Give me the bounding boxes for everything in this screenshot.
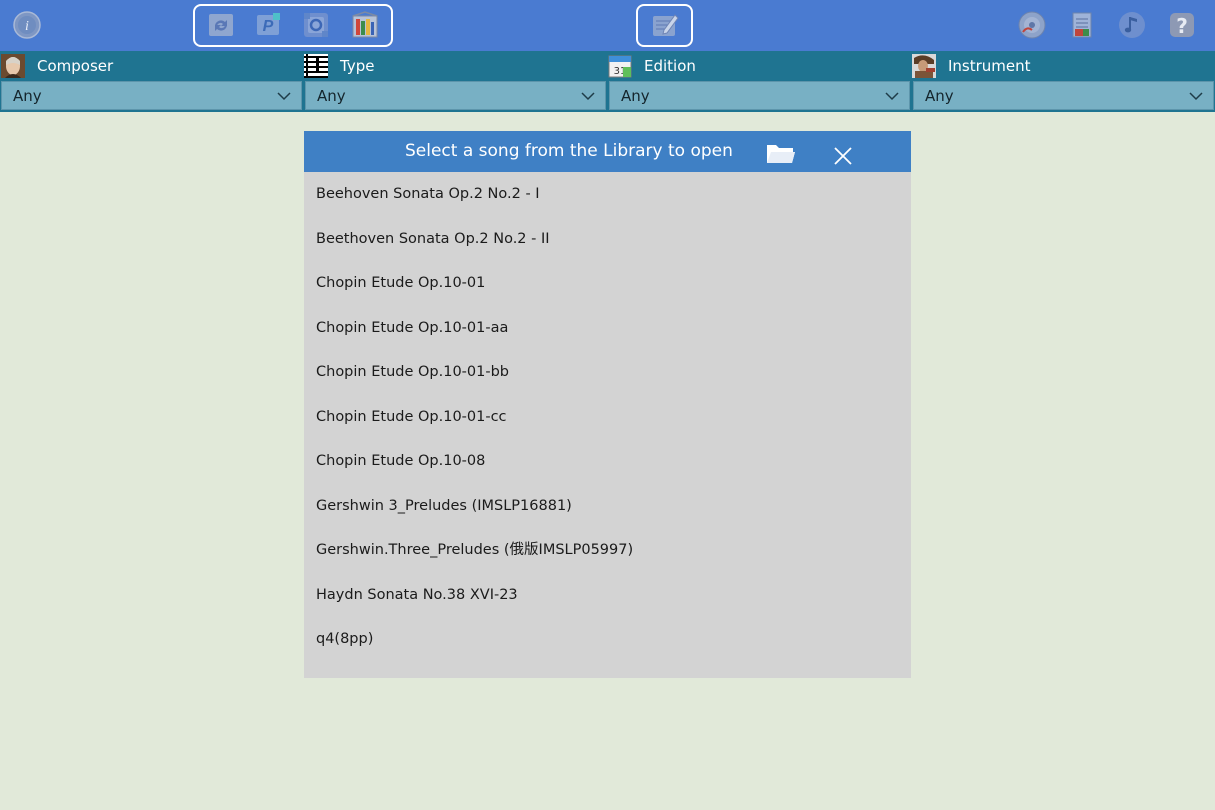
score-sheet-icon[interactable] [1066,9,1098,41]
dialog-title: Select a song from the Library to open [405,141,733,161]
song-list: Beehoven Sonata Op.2 No.2 - I Beethoven S… [304,172,911,662]
library-books-icon[interactable] [349,9,381,41]
edition-label: Edition [644,56,696,75]
filter-instrument-header: Instrument [911,51,1211,80]
chevron-down-icon [1189,91,1203,100]
type-label: Type [340,56,375,75]
instrument-select[interactable]: Any [913,81,1214,110]
filter-selects-row: Any Any Any Any [0,80,1215,112]
list-item[interactable]: Chopin Etude Op.10-01-bb [304,350,911,395]
sync-icon[interactable] [205,9,237,41]
edition-select-value: Any [621,86,650,105]
scanner-icon[interactable] [300,9,332,41]
svg-text:i: i [25,19,29,34]
dialog-header: Select a song from the Library to open [304,131,911,172]
audio-disc-icon[interactable] [1016,9,1048,41]
instrument-label: Instrument [948,56,1031,75]
composer-portrait-icon [1,53,25,78]
filter-type-header: Type [303,51,603,80]
list-item[interactable]: Gershwin.Three_Preludes (俄版IMSLP05997) [304,528,911,573]
filter-composer-header: Composer [0,51,300,80]
list-item[interactable]: Beethoven Sonata Op.2 No.2 - II [304,217,911,262]
help-glyph: ? [1176,14,1188,38]
close-icon[interactable] [832,145,854,167]
composer-select-value: Any [13,86,42,105]
list-item[interactable]: Gershwin 3_Preludes (IMSLP16881) [304,484,911,529]
edit-score-icon[interactable] [649,9,681,41]
music-note-icon[interactable] [1116,9,1148,41]
edition-select[interactable]: Any [609,81,910,110]
chevron-down-icon [581,91,595,100]
help-icon[interactable]: ? [1166,9,1198,41]
composer-select[interactable]: Any [1,81,302,110]
open-song-dialog: Select a song from the Library to open B… [304,131,911,678]
open-folder-icon[interactable] [765,142,797,164]
instrument-player-icon [912,53,936,78]
list-item[interactable]: Chopin Etude Op.10-01-cc [304,395,911,440]
type-select[interactable]: Any [305,81,606,110]
list-item[interactable]: Haydn Sonata No.38 XVI-23 [304,573,911,618]
filter-header-row: Composer Type 31 Edition Instrument [0,51,1215,80]
list-item[interactable]: Chopin Etude Op.10-08 [304,439,911,484]
type-select-value: Any [317,86,346,105]
list-item[interactable]: Chopin Etude Op.10-01-aa [304,306,911,351]
instrument-select-value: Any [925,86,954,105]
list-item[interactable]: Beehoven Sonata Op.2 No.2 - I [304,172,911,217]
chevron-down-icon [277,91,291,100]
list-item[interactable]: Chopin Etude Op.10-01 [304,261,911,306]
composer-label: Composer [37,56,114,75]
calendar-icon: 31 [608,54,632,78]
list-item[interactable]: q4(8pp) [304,617,911,662]
svg-text:P: P [263,18,274,35]
publisher-icon[interactable]: P [252,9,284,41]
chevron-down-icon [885,91,899,100]
sheet-music-icon [304,53,328,78]
filter-edition-header: 31 Edition [607,51,907,80]
info-icon[interactable]: i [11,9,43,41]
top-toolbar: i P ? [0,0,1215,51]
